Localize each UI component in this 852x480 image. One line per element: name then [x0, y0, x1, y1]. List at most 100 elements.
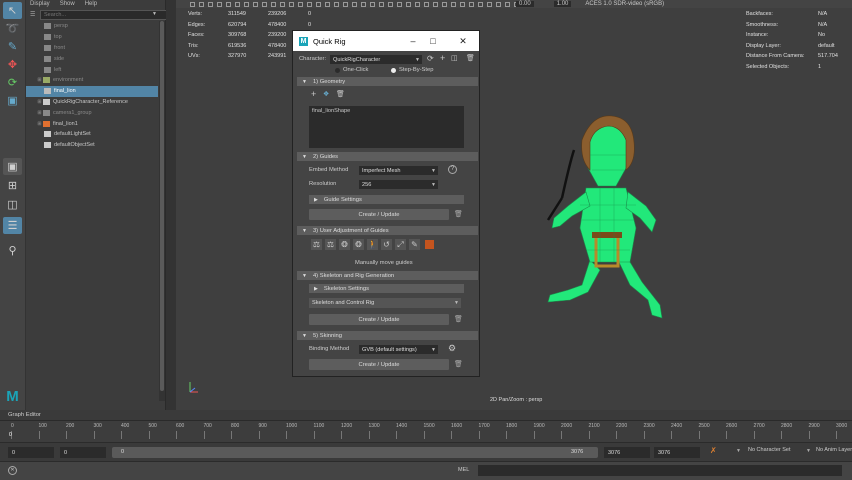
guide-settings-header[interactable]: ▶ Guide Settings	[309, 195, 464, 204]
anim-layer-label[interactable]: No Anim Layer	[816, 447, 852, 453]
menu-help[interactable]: Help	[85, 1, 97, 7]
help-icon[interactable]: ?	[448, 165, 457, 174]
delete-skeleton-icon[interactable]: 🗑	[454, 315, 463, 323]
search-dropdown-icon[interactable]: ▼	[152, 11, 157, 17]
paint-select-icon[interactable]: ✎	[3, 38, 22, 55]
viewport-toolbar-icon[interactable]	[235, 1, 240, 7]
viewport-toolbar-icon[interactable]	[307, 1, 312, 7]
viewport-toolbar-icon[interactable]	[406, 1, 411, 7]
outliner-item[interactable]: ⊞ QuickRigCharacter_Reference	[26, 97, 158, 108]
outliner-layout-icon[interactable]: ☰	[3, 217, 22, 234]
viewport-toolbar-icon[interactable]	[415, 1, 420, 7]
viewport-toolbar-icon[interactable]	[388, 1, 393, 7]
viewport-toolbar-icon[interactable]	[496, 1, 501, 7]
two-view-icon[interactable]: ◫	[3, 196, 22, 213]
skeleton-type-dropdown[interactable]: Skeleton and Control Rig ▼	[309, 298, 461, 308]
search-options-icon[interactable]: ☰	[30, 11, 38, 19]
command-input[interactable]	[478, 465, 842, 476]
skinning-create-update-button[interactable]: Create / Update	[309, 359, 449, 370]
guide-color-swatch[interactable]	[425, 240, 434, 249]
pose-guides-icon[interactable]: 🚶	[367, 239, 378, 250]
embed-method-dropdown[interactable]: Imperfect Mesh ▼	[359, 166, 438, 175]
guides-create-update-button[interactable]: Create / Update	[309, 209, 449, 220]
delete-character-icon[interactable]: 🗑	[466, 54, 475, 62]
section-guides-header[interactable]: ▼ 2) Guides	[297, 152, 478, 161]
rotate-tool-icon[interactable]: ⟳	[3, 74, 22, 91]
gear-icon[interactable]: ⚙	[448, 343, 456, 354]
add-geometry-icon[interactable]: +	[311, 89, 316, 99]
range-slider[interactable]: 0 3076	[112, 447, 598, 458]
viewport-toolbar-icon[interactable]	[424, 1, 429, 7]
chevron-down-icon[interactable]: ▼	[736, 448, 741, 454]
current-frame-marker[interactable]: 0	[9, 432, 12, 438]
start-time-field[interactable]: 0	[8, 447, 54, 458]
viewport-toolbar-icon[interactable]	[253, 1, 258, 7]
outliner-item[interactable]: final_lion	[26, 85, 158, 97]
time-slider[interactable]: 0 100 200 300 400 500 600 700 800 900 1000 1100 1200…	[0, 420, 852, 442]
mode-one-click-radio[interactable]: One-Click	[335, 67, 368, 73]
outliner-scrollbar[interactable]	[159, 21, 165, 401]
move-tool-icon[interactable]: ✥	[3, 56, 22, 73]
viewport-toolbar-icon[interactable]	[370, 1, 375, 7]
section-geometry-header[interactable]: ▼ 1) Geometry	[297, 77, 478, 86]
viewport-toolbar-icon[interactable]	[244, 1, 249, 7]
delete-guides-icon[interactable]: 🗑	[454, 210, 463, 218]
viewport-toolbar-icon[interactable]	[298, 1, 303, 7]
viewport-toolbar-icon[interactable]	[451, 1, 456, 7]
outliner-item[interactable]: left	[26, 64, 158, 75]
character-dropdown[interactable]: QuickRigCharacter ▼	[330, 55, 422, 64]
expand-icon[interactable]: ⊞	[36, 121, 43, 127]
edit-guides-icon[interactable]: ✎	[409, 239, 420, 250]
outliner-item[interactable]: side	[26, 53, 158, 64]
menu-show[interactable]: Show	[60, 1, 75, 7]
close-icon[interactable]: ✕	[455, 34, 471, 48]
character-options-icon[interactable]: ◫	[451, 54, 458, 62]
viewport-toolbar-icon[interactable]	[226, 1, 231, 7]
search-icon[interactable]: ⚲	[3, 242, 22, 259]
resolution-dropdown[interactable]: 256 ▼	[359, 180, 438, 189]
playback-end-field[interactable]: 3076	[604, 447, 650, 458]
select-geometry-icon[interactable]: ❖	[323, 90, 329, 98]
four-view-icon[interactable]: ⊞	[3, 177, 22, 194]
viewport-toolbar-icon[interactable]	[433, 1, 438, 7]
playback-start-field[interactable]: 0	[60, 447, 106, 458]
maximize-icon[interactable]: □	[425, 34, 441, 48]
select-guides-icon[interactable]: ❂	[339, 239, 350, 250]
viewport-toolbar-icon[interactable]	[505, 1, 510, 7]
viewport-toolbar-icon[interactable]	[316, 1, 321, 7]
end-time-field[interactable]: 3076	[654, 447, 700, 458]
quick-rig-titlebar[interactable]: M Quick Rig – □ ✕	[293, 31, 479, 51]
viewport-toolbar-icon[interactable]	[262, 1, 267, 7]
scale-guides-icon[interactable]: ⤢	[395, 239, 406, 250]
section-skinning-header[interactable]: ▼ 5) Skinning	[297, 331, 478, 340]
section-skeleton-header[interactable]: ▼ 4) Skeleton and Rig Generation	[297, 271, 478, 280]
minimize-icon[interactable]: –	[405, 34, 421, 48]
geometry-list[interactable]: final_lionShape	[309, 106, 464, 148]
geometry-list-item[interactable]: final_lionShape	[312, 108, 350, 114]
remove-geometry-icon[interactable]: 🗑	[336, 90, 345, 98]
skeleton-create-update-button[interactable]: Create / Update	[309, 314, 449, 325]
lion-character-model[interactable]	[530, 110, 680, 330]
section-user-adjust-header[interactable]: ▼ 3) User Adjustment of Guides	[297, 226, 478, 235]
viewport-toolbar-icon[interactable]	[208, 1, 213, 7]
viewport-toolbar-icon[interactable]	[190, 1, 195, 7]
single-view-icon[interactable]: ▣	[3, 158, 22, 175]
add-character-icon[interactable]: +	[440, 53, 445, 63]
viewport-toolbar-icon[interactable]	[217, 1, 222, 7]
binding-method-dropdown[interactable]: GVB (default settings) ▼	[359, 345, 438, 354]
mirror-left-icon[interactable]: ⚖	[311, 239, 322, 250]
mel-label[interactable]: MEL	[458, 467, 469, 473]
select-tool-icon[interactable]: ↖	[3, 2, 22, 19]
expand-icon[interactable]: ⊞	[36, 99, 43, 105]
viewport-toolbar-icon[interactable]	[199, 1, 204, 7]
outliner-item[interactable]: ⊞ camera1_group	[26, 107, 158, 118]
viewport-toolbar-icon[interactable]	[379, 1, 384, 7]
outliner-item[interactable]: ⊞ final_lion1	[26, 118, 158, 129]
character-set-label[interactable]: No Character Set	[748, 447, 791, 453]
viewport-toolbar-icon[interactable]	[460, 1, 465, 7]
outliner-item[interactable]: defaultObjectSet	[26, 140, 158, 151]
outliner-item[interactable]: front	[26, 43, 158, 54]
viewport-toolbar-icon[interactable]	[361, 1, 366, 7]
viewport-toolbar-icon[interactable]	[343, 1, 348, 7]
graph-editor-label[interactable]: Graph Editor	[0, 410, 852, 420]
